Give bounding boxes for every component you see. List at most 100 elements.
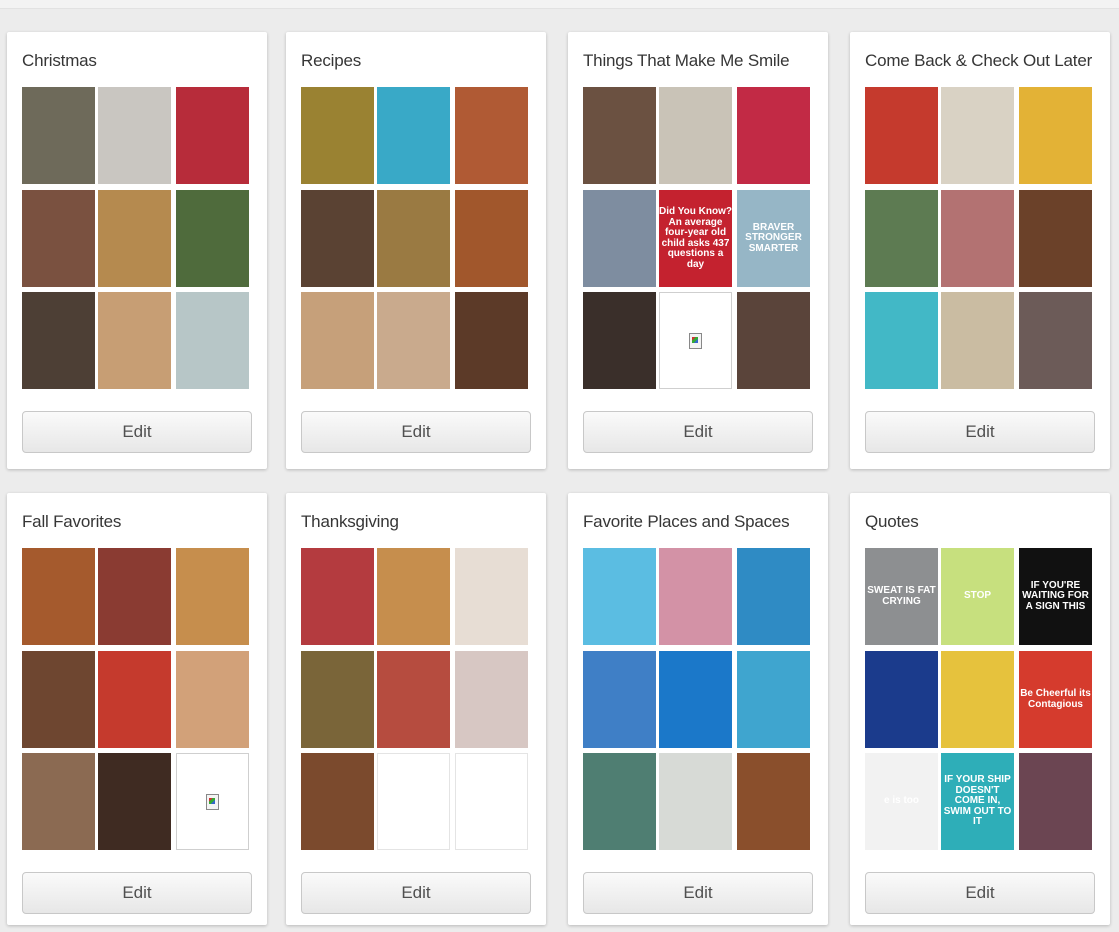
sweat-quote-icon[interactable]: SWEAT IS FAT CRYING — [865, 548, 938, 645]
beach-view-icon[interactable] — [583, 548, 656, 645]
seed-pot-icon[interactable] — [1019, 190, 1092, 287]
edit-button[interactable]: Edit — [301, 411, 531, 453]
soup-bowl-icon[interactable] — [455, 87, 528, 184]
cookie-tree-icon[interactable] — [98, 292, 171, 389]
pumpkin-cookies-icon[interactable] — [176, 651, 249, 748]
wood-doors-icon[interactable] — [737, 753, 810, 850]
snowflake-pops-icon[interactable] — [377, 87, 450, 184]
white-staircase-icon[interactable] — [659, 753, 732, 850]
sandwich-icon[interactable] — [377, 190, 450, 287]
braver-stronger-quote-icon[interactable]: BRAVER STRONGER SMARTER — [737, 190, 810, 287]
cupcakes-icon[interactable] — [455, 651, 528, 748]
board-title[interactable]: Come Back & Check Out Later — [865, 51, 1092, 71]
ship-quote-icon[interactable]: IF YOUR SHIP DOESN'T COME IN, SWIM OUT T… — [941, 753, 1014, 850]
blue-sky-icon[interactable] — [583, 651, 656, 748]
board-card[interactable]: Come Back & Check Out Later Edit — [850, 32, 1110, 469]
board-title[interactable]: Things That Make Me Smile — [583, 51, 790, 71]
caramel-cookies-icon[interactable] — [22, 548, 95, 645]
crackers-icon[interactable] — [377, 292, 450, 389]
water-bottle-kid-icon[interactable] — [865, 190, 938, 287]
board-card[interactable]: Favorite Places and Spaces Edit — [568, 493, 828, 925]
cranberry-crisp-icon[interactable] — [377, 651, 450, 748]
wedding-cake-topper-icon[interactable] — [583, 190, 656, 287]
tv-room-icon[interactable] — [941, 87, 1014, 184]
board-title[interactable]: Favorite Places and Spaces — [583, 512, 790, 532]
glass-orb-icon[interactable] — [1019, 292, 1092, 389]
love-letters-photo-icon[interactable] — [583, 292, 656, 389]
board-title[interactable]: Recipes — [301, 51, 361, 71]
bagged-snacks-icon[interactable] — [941, 190, 1014, 287]
board-card[interactable]: Thanksgiving Edit — [286, 493, 546, 925]
board-title[interactable]: Quotes — [865, 512, 919, 532]
chocolate-truffles-icon[interactable] — [98, 753, 171, 850]
be-cheerful-quote-icon[interactable]: Be Cheerful its Contagious — [1019, 651, 1092, 748]
candy-wrapped-gifts-icon[interactable] — [176, 87, 249, 184]
brownie-icon[interactable] — [455, 292, 528, 389]
cranberry-dip-icon[interactable] — [301, 548, 374, 645]
broken-image-icon — [689, 332, 702, 349]
thumbnail-text: BRAVER STRONGER SMARTER — [745, 221, 802, 254]
life-is-too-short-quote-icon[interactable]: e is too — [865, 753, 938, 850]
family-photo-icon[interactable] — [22, 292, 95, 389]
pumpkin-pancakes-icon[interactable] — [377, 548, 450, 645]
colorful-drinks-icon[interactable] — [865, 292, 938, 389]
ocean-huts-icon[interactable] — [659, 651, 732, 748]
did-you-know-card-icon[interactable]: Did You Know? An average four-year old c… — [659, 190, 732, 287]
edit-button[interactable]: Edit — [583, 411, 813, 453]
yellow-quote-icon[interactable] — [941, 651, 1014, 748]
craft-supplies-icon[interactable] — [22, 87, 95, 184]
blank-icon[interactable] — [455, 753, 528, 850]
edit-button[interactable]: Edit — [301, 872, 531, 914]
broken-image-icon[interactable] — [176, 753, 249, 850]
kid-craft-icon[interactable] — [865, 87, 938, 184]
turkey-pops-icon[interactable] — [301, 753, 374, 850]
board-title[interactable]: Thanksgiving — [301, 512, 399, 532]
kitchen-interior-icon[interactable] — [941, 292, 1014, 389]
painted-trees-icon[interactable] — [583, 753, 656, 850]
thumbnail-text: STOP — [963, 590, 992, 602]
gift-ideas-article-icon[interactable] — [98, 87, 171, 184]
pumpkin-pancakes-icon[interactable] — [176, 548, 249, 645]
tree-cake-icon[interactable] — [176, 190, 249, 287]
baby-photo-icon[interactable] — [737, 292, 810, 389]
trail-mix-bowl-icon[interactable] — [98, 548, 171, 645]
board-card[interactable]: Things That Make Me Smile Did You Know? A… — [568, 32, 828, 469]
pumpkin-bars-icon[interactable] — [22, 753, 95, 850]
board-title[interactable]: Christmas — [22, 51, 97, 71]
blank-icon[interactable] — [377, 753, 450, 850]
muffin-tin-icon[interactable] — [301, 651, 374, 748]
boat-water-icon[interactable] — [737, 651, 810, 748]
hat-cookies-icon[interactable] — [455, 548, 528, 645]
happiness-quote-icon[interactable] — [1019, 753, 1092, 850]
couple-photo-icon[interactable] — [659, 87, 732, 184]
board-card[interactable]: Quotes SWEAT IS FAT CRYING STOP IF YOU'RE W… — [850, 493, 1110, 925]
board-card[interactable]: Christmas Edit — [7, 32, 267, 469]
pancake-stack-icon[interactable] — [301, 292, 374, 389]
edit-button[interactable]: Edit — [865, 411, 1095, 453]
zucchini-bake-icon[interactable] — [301, 87, 374, 184]
edit-button[interactable]: Edit — [22, 411, 252, 453]
party-drinks-icon[interactable] — [583, 87, 656, 184]
edit-button[interactable]: Edit — [865, 872, 1095, 914]
tree-path-icon[interactable] — [659, 548, 732, 645]
board-card[interactable]: Recipes Edit — [286, 32, 546, 469]
cookies-cream-bars-icon[interactable] — [301, 190, 374, 287]
snack-mix-icon[interactable] — [98, 190, 171, 287]
edit-button[interactable]: Edit — [583, 872, 813, 914]
stop-quote-icon[interactable]: STOP — [941, 548, 1014, 645]
top-bar — [0, 0, 1119, 9]
broken-image-icon[interactable] — [659, 292, 732, 389]
gnome-figurine-icon[interactable] — [1019, 87, 1092, 184]
tropical-island-icon[interactable] — [737, 548, 810, 645]
waiting-sign-quote-icon[interactable]: IF YOU'RE WAITING FOR A SIGN THIS — [1019, 548, 1092, 645]
butterfly-quote-icon[interactable] — [865, 651, 938, 748]
board-card[interactable]: Fall Favorites Edit — [7, 493, 267, 925]
board-title[interactable]: Fall Favorites — [22, 512, 121, 532]
edit-button[interactable]: Edit — [22, 872, 252, 914]
holiday-cookies-icon[interactable] — [176, 292, 249, 389]
felt-ornaments-icon[interactable] — [22, 190, 95, 287]
kid-craft-icon[interactable] — [98, 651, 171, 748]
caramel-dessert-icon[interactable] — [22, 651, 95, 748]
pink-cake-icon[interactable] — [737, 87, 810, 184]
chicken-dish-icon[interactable] — [455, 190, 528, 287]
